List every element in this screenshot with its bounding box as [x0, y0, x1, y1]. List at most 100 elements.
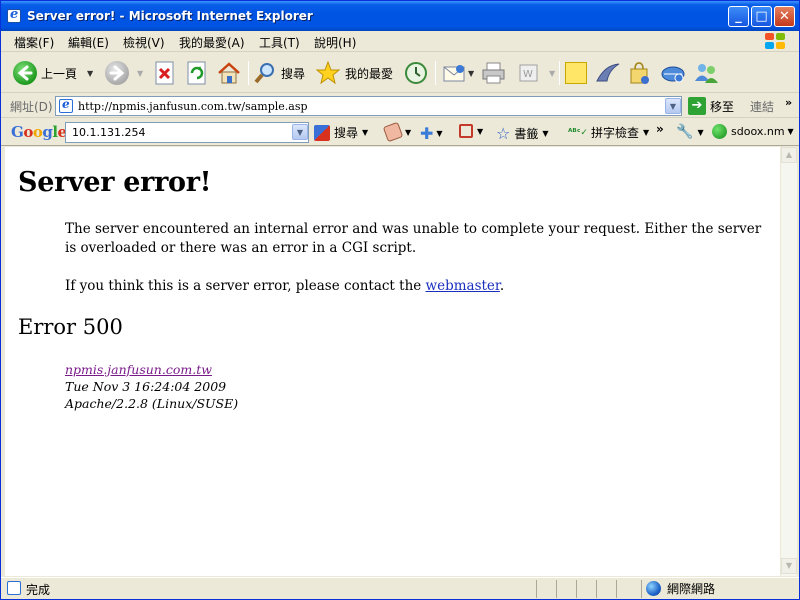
webmaster-link[interactable]: webmaster	[426, 278, 500, 294]
history-icon	[405, 62, 427, 84]
printer-icon	[482, 62, 505, 84]
internet-globe-icon	[646, 581, 661, 596]
google-dropdown-icon[interactable]: ▼	[292, 124, 308, 140]
title-bar[interactable]: Server error! - Microsoft Internet Explo…	[1, 1, 799, 31]
vertical-scrollbar[interactable]: ▲ ▼	[780, 147, 797, 576]
network-button[interactable]	[660, 60, 686, 86]
address-input[interactable]: http://npmis.janfusun.com.tw/sample.asp …	[55, 96, 682, 116]
host-link[interactable]: npmis.janfusun.com.tw	[65, 362, 212, 377]
edit-button[interactable]: W	[518, 60, 540, 86]
google-search-button[interactable]: 搜尋 ▼	[314, 124, 368, 141]
google-search-input[interactable]: 10.1.131.254 ▼	[65, 122, 309, 143]
home-button[interactable]	[216, 60, 242, 86]
spellcheck-button[interactable]: ᴬᴮᶜ✓ 拼字檢查 ▼	[568, 124, 649, 141]
mail-button[interactable]	[442, 60, 468, 86]
page-title: Server error!	[18, 167, 212, 198]
window-title: Server error! - Microsoft Internet Explo…	[27, 9, 313, 23]
shopping-bag-icon	[630, 62, 649, 84]
mail-dropdown-arrow-icon[interactable]: ▼	[468, 69, 474, 78]
spellcheck-label: 拼字檢查	[590, 126, 639, 140]
bookmark-star-icon: ☆	[496, 124, 511, 143]
maximize-button[interactable]: □	[751, 6, 772, 27]
search-icon	[254, 63, 274, 84]
more-chevron-icon[interactable]: »	[656, 122, 664, 136]
eraser-icon	[382, 121, 404, 143]
status-pane	[536, 580, 556, 598]
print-button[interactable]	[481, 60, 507, 86]
zone-label: 網際網路	[667, 582, 716, 596]
google-logo[interactable]: Google	[11, 123, 67, 141]
favorites-button[interactable]: 我的最愛	[315, 60, 393, 86]
go-button[interactable]: ➔ 移至	[688, 97, 734, 115]
settings-button[interactable]: 🔧 ▼	[676, 124, 704, 140]
address-dropdown-icon[interactable]: ▼	[665, 98, 681, 114]
ie-page-icon	[7, 7, 21, 23]
popup-dropdown-icon: ▼	[477, 126, 484, 136]
favorites-star-icon	[315, 60, 341, 85]
network-globe-icon	[661, 66, 685, 83]
menu-file[interactable]: 檔案(F)	[14, 34, 54, 51]
refresh-icon	[187, 61, 206, 85]
google-search-icon	[314, 124, 330, 141]
menu-bar: 檔案(F) 編輯(E) 檢視(V) 我的最愛(A) 工具(T) 說明(H)	[1, 31, 799, 52]
edit-dropdown-arrow-icon[interactable]: ▼	[549, 69, 555, 78]
google-search-dropdown-icon[interactable]: ▼	[362, 128, 368, 137]
settings-dropdown-icon: ▼	[697, 127, 704, 137]
messenger-bird-icon	[596, 63, 620, 82]
menu-edit[interactable]: 編輯(E)	[68, 34, 109, 51]
error-description: The server encountered an internal error…	[65, 221, 762, 256]
google-toolbar: Google 10.1.131.254 ▼ 搜尋 ▼ ▼ ✚ ▼ ▼ ☆ 書籤 …	[1, 119, 799, 146]
status-pane	[576, 580, 596, 598]
toolbar-separator	[435, 61, 436, 85]
google-search-label: 搜尋	[334, 126, 359, 140]
error-code-heading: Error 500	[18, 315, 123, 339]
discuss-button[interactable]	[565, 60, 587, 86]
address-bar: 網址(D) http://npmis.janfusun.com.tw/sampl…	[1, 94, 799, 118]
browser-window: Server error! - Microsoft Internet Explo…	[0, 0, 800, 600]
bookmarks-dropdown-icon: ▼	[542, 129, 549, 138]
status-pane	[556, 580, 576, 598]
links-label[interactable]: 連結	[750, 98, 774, 115]
sticky-note-icon	[565, 62, 587, 84]
menu-help[interactable]: 說明(H)	[314, 34, 356, 51]
svg-text:W: W	[523, 69, 533, 80]
go-arrow-icon: ➔	[688, 97, 706, 115]
pagerank-dropdown-icon: ▼	[405, 127, 412, 137]
contact-suffix: .	[499, 278, 505, 294]
back-arrow-icon	[13, 61, 37, 85]
spellcheck-icon: ᴬᴮᶜ✓	[568, 127, 588, 138]
bookmarks-label: 書籤	[514, 127, 539, 141]
menu-favorites[interactable]: 我的最愛(A)	[179, 34, 245, 51]
menu-view[interactable]: 檢視(V)	[123, 34, 165, 51]
scroll-down-icon[interactable]: ▼	[781, 558, 797, 574]
error-date: Tue Nov 3 16:24:04 2009	[65, 379, 227, 394]
refresh-button[interactable]	[186, 60, 208, 86]
stop-button[interactable]	[154, 60, 176, 86]
bookmarks-button[interactable]: ☆ 書籤 ▼	[496, 124, 549, 143]
links-chevron-icon[interactable]: »	[785, 96, 792, 109]
add-button[interactable]: ✚ ▼	[420, 124, 443, 143]
messenger-button[interactable]	[595, 60, 621, 86]
forward-dropdown-arrow-icon[interactable]: ▼	[137, 69, 143, 78]
forward-button[interactable]	[105, 60, 129, 86]
contacts-button[interactable]	[693, 60, 719, 86]
account-button[interactable]: sdoox.nm ▼	[712, 124, 794, 139]
close-button[interactable]: ✕	[774, 6, 795, 27]
popup-blocker-button[interactable]: ▼	[459, 124, 483, 138]
minimize-button[interactable]: _	[728, 6, 749, 27]
back-button[interactable]: 上一頁	[13, 60, 77, 86]
menu-tools[interactable]: 工具(T)	[259, 34, 300, 51]
popup-blocker-icon	[459, 124, 473, 138]
status-text: 完成	[26, 583, 51, 597]
address-label: 網址(D)	[10, 100, 53, 114]
history-button[interactable]	[403, 60, 429, 86]
back-dropdown-arrow-icon[interactable]: ▼	[87, 69, 93, 78]
address-url: http://npmis.janfusun.com.tw/sample.asp	[78, 100, 308, 113]
scroll-up-icon[interactable]: ▲	[781, 147, 797, 163]
status-pane	[596, 580, 616, 598]
research-button[interactable]	[627, 60, 651, 86]
security-zone[interactable]: 網際網路	[646, 580, 715, 597]
search-button[interactable]: 搜尋	[253, 60, 305, 86]
pagerank-button[interactable]: ▼	[382, 121, 412, 143]
search-label: 搜尋	[281, 66, 306, 81]
